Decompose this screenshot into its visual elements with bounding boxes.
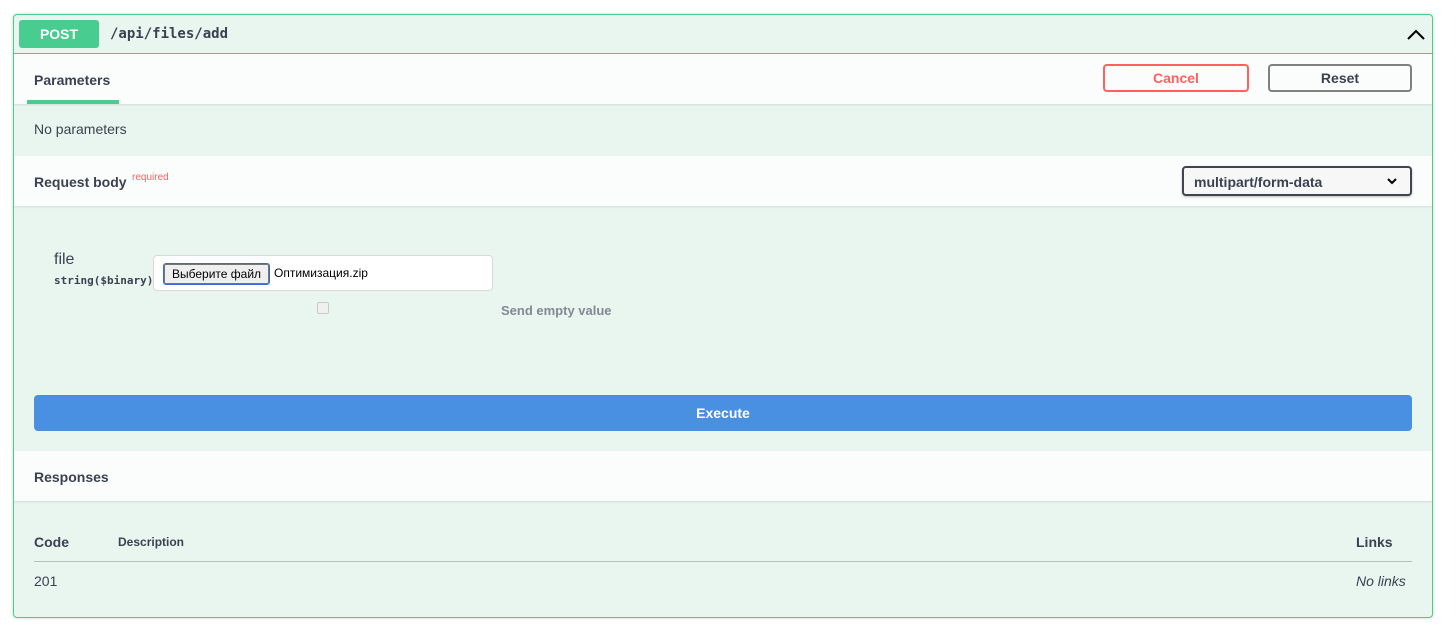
reset-button[interactable]: Reset — [1268, 64, 1412, 92]
operation-summary[interactable]: POST /api/files/add — [14, 15, 1432, 54]
tab-parameters[interactable]: Parameters — [34, 72, 110, 88]
operation-path: /api/files/add — [110, 26, 229, 42]
responses-header — [14, 451, 1432, 501]
request-body-title: Request body — [34, 174, 127, 190]
operation-block-post-files-add: POST /api/files/add Parameters Cancel Re… — [13, 14, 1433, 618]
selected-file-name: Оптимизация.zip — [274, 266, 368, 280]
responses-title: Responses — [34, 469, 109, 485]
chevron-down-icon — [1387, 178, 1397, 185]
cancel-button[interactable]: Cancel — [1103, 64, 1249, 92]
chevron-up-icon[interactable] — [1406, 25, 1426, 45]
column-header-links: Links — [1356, 534, 1393, 550]
no-parameters-text: No parameters — [34, 121, 127, 137]
choose-file-button[interactable]: Выберите файл — [162, 263, 271, 285]
file-input[interactable]: Выберите файл Оптимизация.zip — [153, 255, 493, 291]
execute-button[interactable]: Execute — [34, 395, 1412, 431]
http-method-badge: POST — [19, 20, 99, 48]
column-header-description: Description — [118, 535, 185, 549]
send-empty-value-checkbox[interactable] — [317, 302, 329, 314]
required-label: required — [132, 172, 169, 183]
content-type-value: multipart/form-data — [1194, 174, 1323, 190]
column-header-code: Code — [34, 534, 69, 550]
response-code: 201 — [34, 573, 58, 589]
param-name-file: file — [54, 251, 75, 268]
param-type: string($binary) — [54, 274, 154, 287]
parameters-header: Parameters Cancel Reset — [14, 54, 1432, 104]
content-type-select[interactable]: multipart/form-data — [1182, 166, 1412, 196]
tab-active-indicator — [27, 100, 119, 104]
send-empty-value-label: Send empty value — [501, 303, 612, 318]
response-links: No links — [1356, 573, 1406, 589]
table-divider — [34, 561, 1412, 562]
